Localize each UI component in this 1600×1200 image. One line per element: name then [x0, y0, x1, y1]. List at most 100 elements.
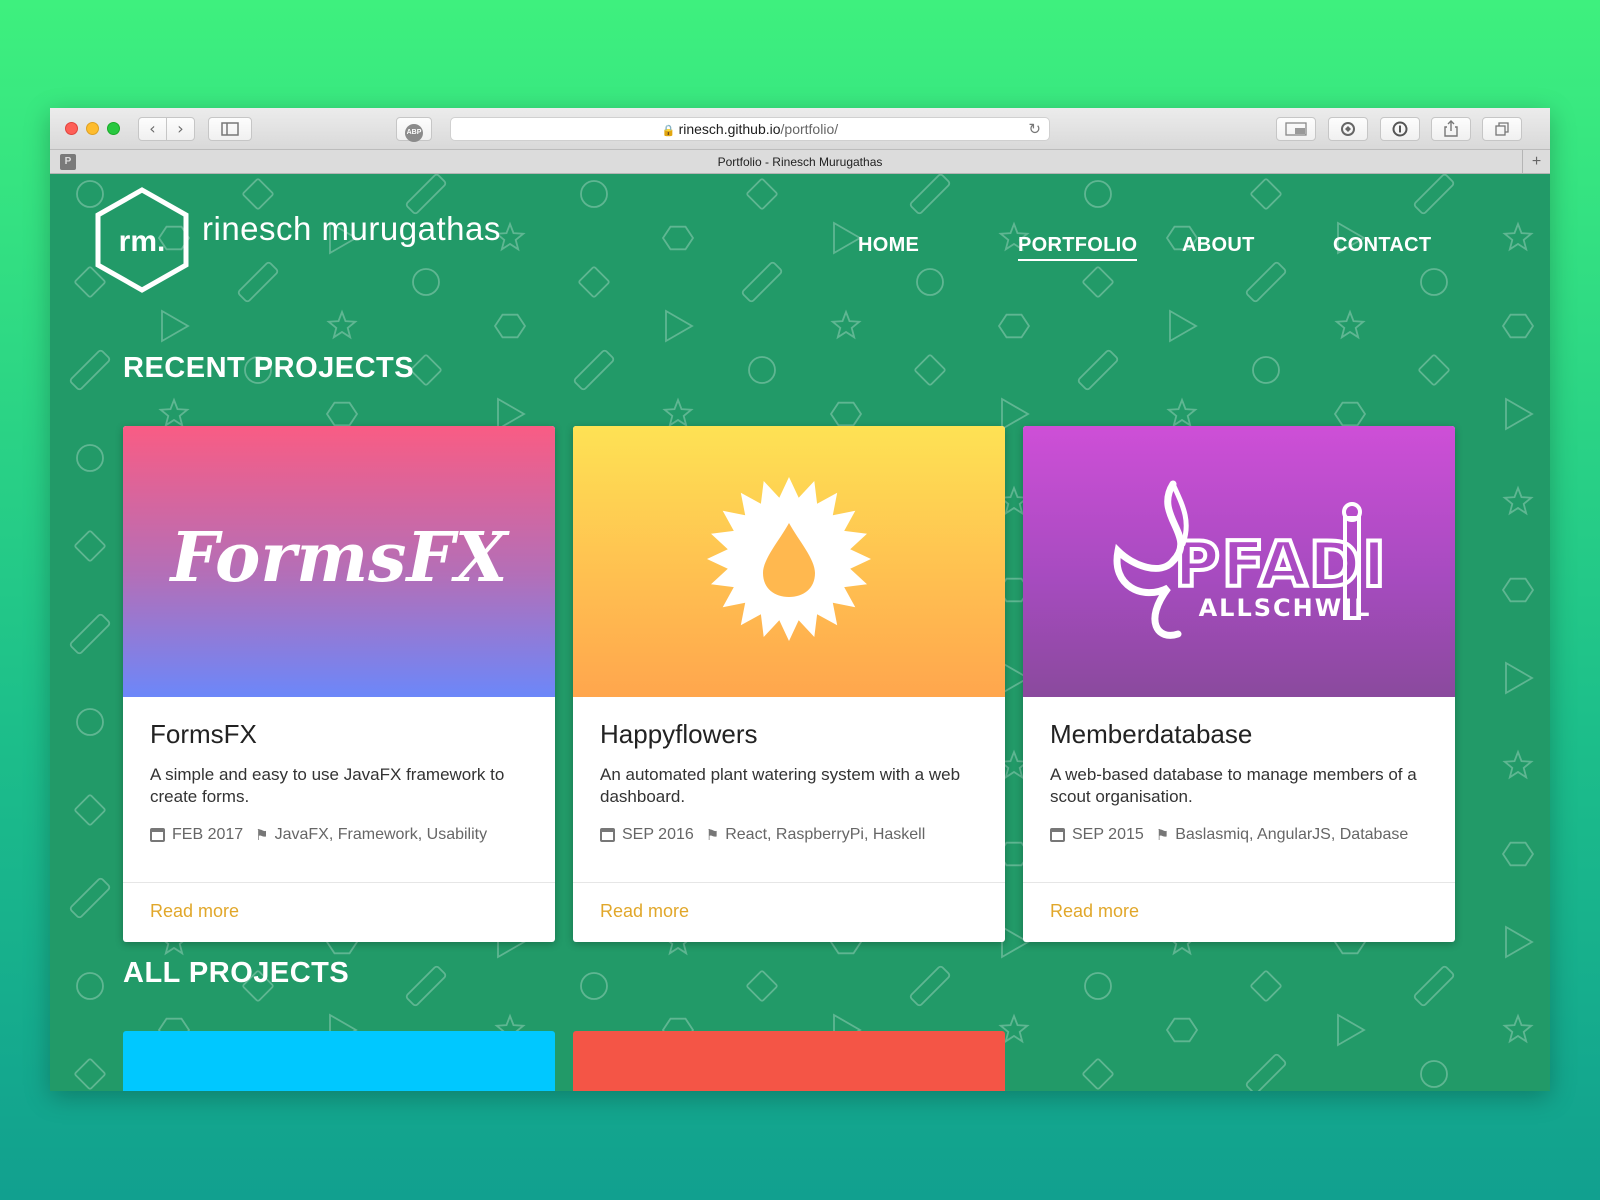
back-button[interactable]: ‹ — [139, 118, 167, 140]
project-description: A simple and easy to use JavaFX framewor… — [150, 765, 505, 806]
site-logo[interactable]: rm. rinesch murugathas — [94, 186, 501, 294]
tab-bar: P Portfolio - Rinesch Murugathas + — [50, 150, 1550, 174]
adblock-icon: ABP — [405, 124, 423, 142]
forward-button[interactable]: › — [167, 118, 194, 140]
pattern-shape — [1502, 485, 1534, 516]
pattern-shape — [1084, 972, 1112, 1000]
pattern-shape — [1334, 309, 1366, 340]
read-more-link[interactable]: Read more — [600, 901, 689, 921]
web-page: rm. rinesch murugathas HOME PORTFOLIO AB… — [50, 174, 1550, 1091]
pattern-shape — [74, 794, 106, 826]
adblock-button[interactable]: ABP — [396, 117, 432, 142]
project-meta: SEP 2016 ⚑ React, RaspberryPi, Haskell — [600, 826, 978, 844]
reload-button[interactable]: ↻ — [1028, 118, 1041, 140]
history-nav: ‹ › — [138, 117, 195, 141]
project-image-formsfx: FormsFX — [123, 426, 555, 697]
pattern-shape — [580, 972, 608, 1000]
pattern-shape — [497, 397, 526, 431]
tag-icon: ⚑ — [705, 826, 720, 844]
pattern-shape — [1505, 661, 1534, 695]
all-projects-heading: ALL PROJECTS — [123, 957, 350, 989]
tag-icon: ⚑ — [1155, 826, 1170, 844]
pattern-shape — [326, 309, 358, 340]
project-title: Happyflowers — [600, 719, 758, 749]
share-button[interactable] — [1431, 117, 1471, 141]
project-card-memberdatabase[interactable]: PFADI ALLSCHWIL Memberdatabase A web-bas… — [1023, 426, 1455, 942]
nav-home[interactable]: HOME — [858, 234, 919, 257]
project-date: SEP 2016 — [622, 826, 694, 843]
pattern-shape — [161, 309, 190, 343]
pattern-shape — [829, 401, 863, 427]
new-tab-button[interactable]: + — [1522, 150, 1550, 174]
pinned-tab-favicon[interactable]: P — [60, 154, 76, 170]
tabs-overview-button[interactable] — [1482, 117, 1522, 141]
pattern-shape — [1418, 354, 1450, 386]
project-card-formsfx[interactable]: FormsFX FormsFX A simple and easy to use… — [123, 426, 555, 942]
calendar-icon — [150, 828, 165, 842]
pattern-shape — [1502, 221, 1534, 252]
pattern-shape — [69, 877, 111, 919]
close-window-button[interactable] — [65, 122, 78, 135]
nav-portfolio[interactable]: PORTFOLIO — [1018, 234, 1138, 261]
nav-about[interactable]: ABOUT — [1182, 234, 1255, 257]
pattern-shape — [746, 970, 778, 1002]
pattern-shape — [1084, 180, 1112, 208]
project-image-happyflowers — [573, 426, 1005, 697]
project-card-happyflowers[interactable]: Happyflowers An automated plant watering… — [573, 426, 1005, 942]
reader-icon — [1285, 122, 1307, 136]
reader-button[interactable] — [1276, 117, 1316, 141]
all-project-card-2[interactable] — [573, 1031, 1005, 1091]
read-more-link[interactable]: Read more — [1050, 901, 1139, 921]
zoom-window-button[interactable] — [107, 122, 120, 135]
logo-hexagon-icon: rm. — [95, 187, 189, 293]
pattern-shape — [410, 354, 442, 386]
all-project-card-1[interactable] — [123, 1031, 555, 1091]
pattern-shape — [69, 349, 111, 391]
pattern-shape — [909, 174, 951, 215]
pattern-shape — [578, 266, 610, 298]
pattern-shape — [914, 354, 946, 386]
browser-window: ‹ › ABP 🔒rinesch.github.io/portfolio/ ↻ — [50, 108, 1550, 1091]
active-tab-title[interactable]: Portfolio - Rinesch Murugathas — [718, 155, 883, 169]
project-title: Memberdatabase — [1050, 719, 1253, 749]
project-date: FEB 2017 — [172, 826, 244, 843]
minimize-window-button[interactable] — [86, 122, 99, 135]
pattern-shape — [1501, 313, 1535, 339]
sync-icon — [1341, 122, 1355, 136]
pattern-shape — [662, 397, 694, 428]
window-controls — [65, 122, 120, 135]
pattern-shape — [1252, 356, 1280, 384]
recent-projects-heading: RECENT PROJECTS — [123, 352, 415, 384]
project-description: An automated plant watering system with … — [600, 765, 961, 806]
project-tags: JavaFX, Framework, Usability — [274, 826, 488, 843]
read-more-link[interactable]: Read more — [150, 901, 239, 921]
pattern-shape — [493, 313, 527, 339]
pattern-shape — [1082, 1058, 1114, 1090]
pattern-shape — [741, 261, 783, 303]
info-button[interactable] — [1380, 117, 1420, 141]
pattern-shape — [909, 965, 951, 1007]
pattern-shape — [1166, 397, 1198, 428]
address-bar[interactable]: 🔒 rinesch.github.io/portfolio/ ↻ — [450, 117, 1050, 141]
pattern-shape — [1337, 1013, 1366, 1047]
project-meta: FEB 2017 ⚑ JavaFX, Framework, Usability — [150, 826, 528, 844]
project-tags: React, RaspberryPi, Haskell — [725, 826, 926, 843]
pattern-shape — [997, 313, 1031, 339]
url-host: rinesch.github.io — [678, 121, 781, 137]
sync-button[interactable] — [1328, 117, 1368, 141]
project-description: A web-based database to manage members o… — [1050, 765, 1417, 806]
pattern-shape — [1077, 349, 1119, 391]
project-meta: SEP 2015 ⚑ Baslasmiq, AngularJS, Databas… — [1050, 826, 1428, 844]
pattern-shape — [573, 349, 615, 391]
svg-text:PFADI: PFADI — [1174, 528, 1387, 601]
pattern-shape — [665, 309, 694, 343]
flower-drop-icon — [707, 477, 871, 641]
pattern-shape — [1333, 401, 1367, 427]
pattern-shape — [74, 1058, 106, 1090]
pattern-shape — [1505, 925, 1534, 959]
pattern-shape — [158, 397, 190, 428]
nav-contact[interactable]: CONTACT — [1333, 234, 1431, 257]
sidebar-toggle-button[interactable] — [208, 117, 252, 141]
pattern-shape — [76, 708, 104, 736]
info-icon — [1392, 121, 1408, 137]
